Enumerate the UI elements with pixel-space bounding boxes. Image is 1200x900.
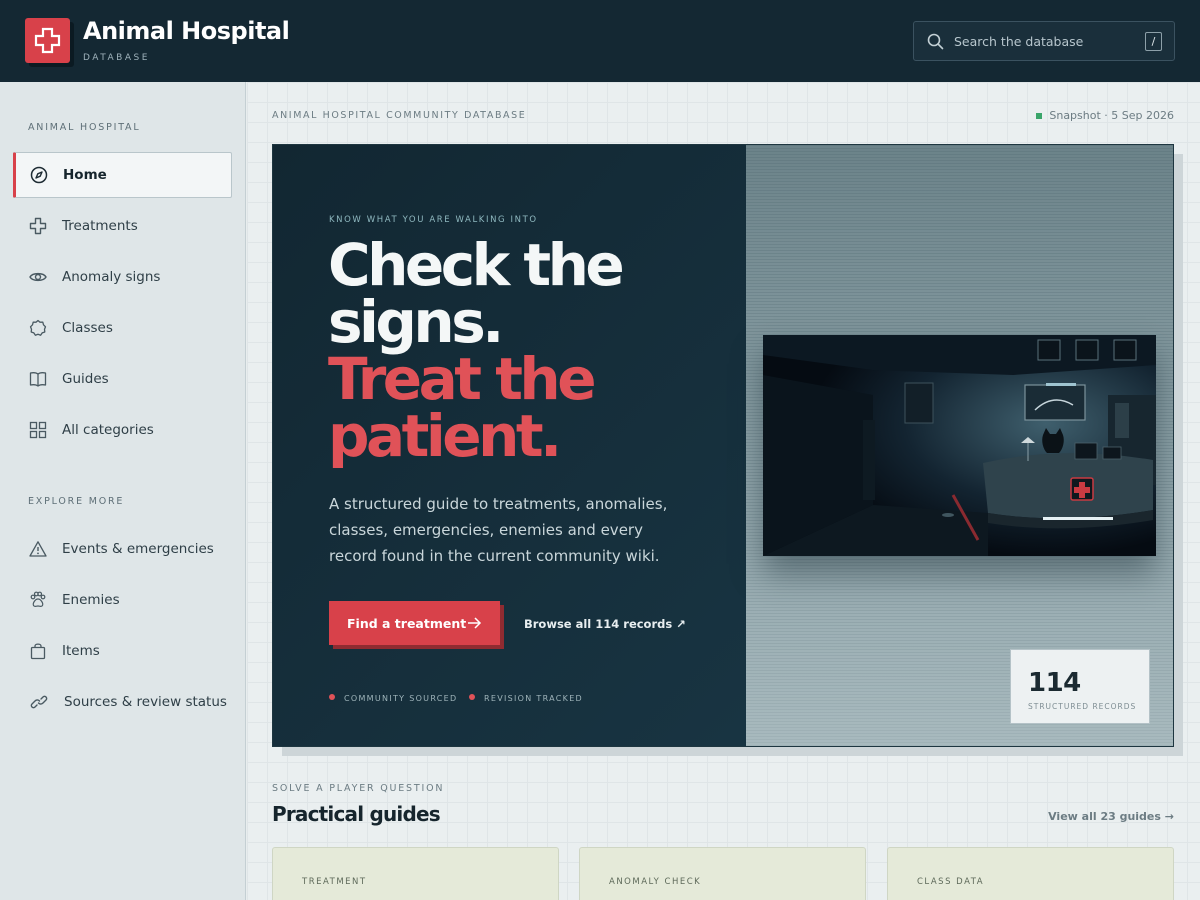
headline-line: signs.	[328, 288, 504, 356]
guides-kicker: SOLVE A PLAYER QUESTION	[272, 783, 445, 794]
sidebar-item-events-emergencies[interactable]: Events & emergencies	[13, 526, 232, 572]
warning-icon	[29, 541, 47, 557]
find-treatment-button[interactable]: Find a treatment	[329, 601, 500, 645]
sidebar-item-label: Treatments	[62, 218, 138, 234]
grid-icon	[29, 421, 47, 439]
sidebar-item-enemies[interactable]: Enemies	[13, 577, 232, 623]
cross-icon	[29, 217, 47, 235]
sidebar-item-label: All categories	[62, 422, 154, 438]
status-dot-icon	[1036, 113, 1043, 119]
sidebar-item-home[interactable]: Home	[13, 152, 232, 198]
search-input[interactable]: Search the database /	[913, 21, 1175, 61]
tag-label: REVISION TRACKED	[484, 694, 584, 703]
headline-line: Check the	[328, 231, 625, 299]
headline-line-accent: Treat the	[328, 345, 597, 413]
tag-dot-icon	[329, 694, 335, 700]
guide-card-label: ANOMALY CHECK	[609, 877, 702, 887]
compass-icon	[30, 166, 48, 184]
hero-headline: Check the signs. Treat the patient.	[328, 231, 625, 470]
search-shortcut-key: /	[1145, 32, 1162, 51]
browse-all-records-link[interactable]: Browse all 114 records ↗	[524, 617, 686, 631]
sidebar-item-label: Items	[62, 643, 100, 659]
sidebar-item-label: Anomaly signs	[62, 269, 161, 285]
search-icon	[927, 33, 944, 50]
sidebar-item-label: Classes	[62, 320, 113, 336]
sidebar-item-guides[interactable]: Guides	[13, 356, 232, 402]
guide-card-treatment[interactable]: TREATMENT	[272, 847, 559, 900]
guide-card-label: TREATMENT	[302, 877, 367, 887]
sidebar-item-label: Home	[63, 167, 107, 183]
view-all-guides-link[interactable]: View all 23 guides →	[1048, 810, 1174, 823]
arrow-right-icon	[468, 617, 482, 629]
sidebar-item-treatments[interactable]: Treatments	[13, 203, 232, 249]
sidebar-item-label: Sources & review status	[64, 694, 227, 710]
snapshot-date: Snapshot · 5 Sep 2026	[1049, 109, 1174, 122]
sidebar-section-title: ANIMAL HOSPITAL	[28, 122, 141, 133]
records-stat-card: 114 STRUCTURED RECORDS	[1010, 649, 1150, 724]
paw-icon	[30, 591, 46, 608]
sidebar-item-label: Guides	[62, 371, 109, 387]
hero-text-panel: KNOW WHAT YOU ARE WALKING INTO Check the…	[273, 145, 746, 746]
sidebar-item-label: Enemies	[62, 592, 120, 608]
snapshot-status: Snapshot · 5 Sep 2026	[1036, 109, 1174, 122]
sidebar-item-anomaly-signs[interactable]: Anomaly signs	[13, 254, 232, 300]
top-bar: Animal Hospital DATABASE Search the data…	[0, 0, 1200, 82]
brand-subtitle: DATABASE	[83, 53, 150, 63]
sidebar-item-items[interactable]: Items	[13, 628, 232, 674]
link-icon	[30, 695, 48, 709]
records-count: 114	[1028, 668, 1081, 698]
tag-revision-tracked: REVISION TRACKED	[469, 694, 583, 703]
tag-dot-icon	[469, 694, 475, 700]
sidebar-item-label: Events & emergencies	[62, 541, 214, 557]
hospital-lobby-image	[763, 335, 1156, 556]
records-label: STRUCTURED RECORDS	[1028, 702, 1137, 711]
search-placeholder: Search the database	[954, 34, 1084, 49]
guides-title: Practical guides	[272, 802, 441, 826]
sidebar-item-all-categories[interactable]: All categories	[13, 407, 232, 453]
sidebar-section-title: EXPLORE MORE	[28, 496, 125, 507]
guide-card-anomaly-check[interactable]: ANOMALY CHECK	[579, 847, 866, 900]
hero-description: A structured guide to treatments, anomal…	[329, 495, 668, 565]
sidebar-item-classes[interactable]: Classes	[13, 305, 232, 351]
hero-eyebrow: KNOW WHAT YOU ARE WALKING INTO	[329, 215, 538, 225]
book-icon	[29, 372, 47, 387]
hero-panel: KNOW WHAT YOU ARE WALKING INTO Check the…	[272, 144, 1174, 747]
page-kicker: ANIMAL HOSPITAL COMMUNITY DATABASE	[272, 110, 527, 121]
button-label: Find a treatment	[347, 615, 467, 631]
guide-card-label: CLASS DATA	[917, 877, 985, 887]
headline-line-accent: patient.	[328, 402, 562, 470]
brand-title[interactable]: Animal Hospital	[83, 17, 290, 45]
tag-community-sourced: COMMUNITY SOURCED	[329, 694, 458, 703]
bag-icon	[30, 643, 46, 660]
tag-label: COMMUNITY SOURCED	[344, 694, 458, 703]
hospital-cross-logo-icon[interactable]	[25, 18, 70, 63]
sidebar-item-sources-review-status[interactable]: Sources & review status	[13, 679, 232, 725]
guide-card-class-data[interactable]: CLASS DATA	[887, 847, 1174, 900]
badge-icon	[29, 319, 47, 336]
eye-icon	[29, 272, 47, 282]
